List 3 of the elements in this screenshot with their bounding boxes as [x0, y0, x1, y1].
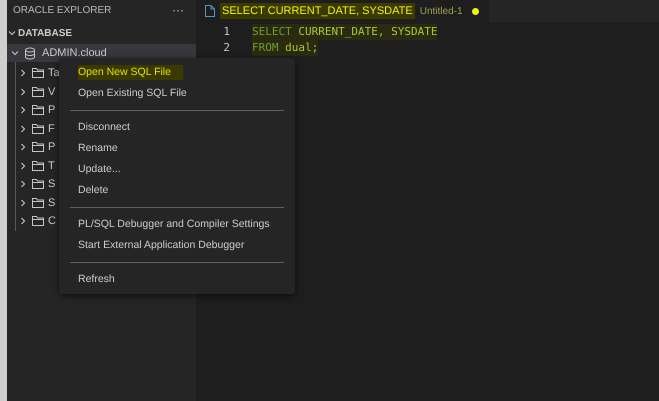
panel-title: ORACLE EXPLORER [13, 4, 112, 18]
line-number: 2 [222, 40, 230, 56]
line-number: 1 [222, 24, 230, 40]
